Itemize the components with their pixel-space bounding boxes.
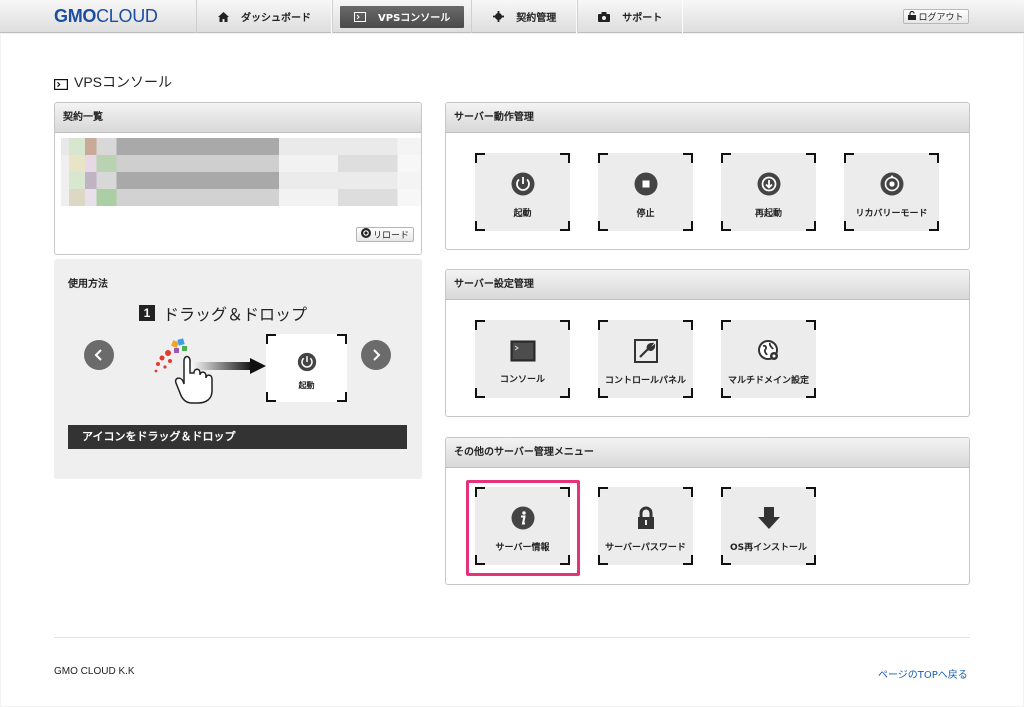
recovery-icon (880, 172, 904, 196)
contract-row[interactable] (61, 138, 421, 155)
footer-company: GMO CLOUD K.K (54, 666, 135, 677)
camera-icon (598, 11, 611, 23)
howto-title: 使用方法 (68, 279, 108, 290)
contract-list-title: 契約一覧 (55, 103, 421, 133)
server-settings-title: サーバー設定管理 (446, 270, 969, 300)
recovery-mode-tile[interactable]: リカバリーモード (844, 153, 939, 231)
os-reinstall-tile[interactable]: OS再インストール (721, 487, 816, 565)
contract-row[interactable] (61, 155, 421, 172)
nav-dashboard[interactable]: ダッシュボード (196, 0, 332, 33)
globe-gear-icon (757, 339, 781, 363)
howto-step: 1 ドラッグ＆ドロップ (139, 301, 307, 325)
restart-icon (757, 172, 781, 196)
reload-button[interactable]: リロード (356, 227, 414, 242)
wrench-icon (633, 338, 658, 363)
multi-domain-settings-tile[interactable]: マルチドメイン設定 (721, 320, 816, 398)
prev-step-button[interactable] (84, 340, 114, 370)
download-arrow-icon (757, 506, 781, 530)
top-bar: GMOCLOUD ダッシュボード VPSコンソール 契約管理 サポート ログアウ… (0, 0, 1024, 33)
power-icon (511, 172, 535, 196)
logout-button[interactable]: ログアウト (903, 9, 969, 24)
drag-hand-illustration (150, 331, 270, 406)
step-number: 1 (139, 305, 155, 321)
other-menu-title: その他のサーバー管理メニュー (446, 438, 969, 468)
nav-support[interactable]: サポート (577, 0, 684, 33)
console-icon (54, 77, 69, 90)
lock-icon (908, 10, 917, 23)
padlock-icon (634, 506, 658, 530)
chevron-right-icon (373, 349, 381, 361)
main-nav: ダッシュボード VPSコンソール 契約管理 サポート (196, 0, 684, 33)
howto-panel: 使用方法 1 ドラッグ＆ドロップ 起動 アイコンをドラッグ＆ドロップ (54, 259, 422, 479)
back-to-top-link[interactable]: ページのTOPへ戻る (878, 666, 968, 681)
start-tile[interactable]: 起動 (475, 153, 570, 231)
console-icon (354, 11, 366, 23)
nav-contract-management[interactable]: 契約管理 (471, 0, 578, 33)
howto-caption: アイコンをドラッグ＆ドロップ (68, 425, 407, 449)
server-operations-title: サーバー動作管理 (446, 103, 969, 133)
page-title: VPSコンソール (54, 72, 172, 92)
nav-vps-console[interactable]: VPSコンソール (340, 5, 465, 28)
contract-row[interactable] (61, 189, 421, 206)
footer-divider (54, 637, 970, 638)
step-label: ドラッグ＆ドロップ (163, 307, 308, 324)
console-tile[interactable]: コンソール (475, 320, 570, 398)
server-info-tile[interactable]: サーバー情報 (475, 487, 570, 565)
server-password-tile[interactable]: サーバーパスワード (598, 487, 693, 565)
info-icon (511, 506, 535, 530)
gmo-cloud-logo[interactable]: GMOCLOUD (54, 6, 158, 26)
terminal-icon (510, 340, 536, 362)
home-icon (217, 11, 229, 23)
contract-row[interactable] (61, 172, 421, 189)
power-icon (297, 352, 317, 372)
restart-tile[interactable]: 再起動 (721, 153, 816, 231)
reload-icon (360, 228, 371, 241)
contract-list (61, 138, 421, 206)
stop-tile[interactable]: 停止 (598, 153, 693, 231)
control-panel-tile[interactable]: コントロールパネル (598, 320, 693, 398)
next-step-button[interactable] (361, 340, 391, 370)
gear-icon (492, 11, 504, 23)
demo-start-tile: 起動 (266, 334, 347, 402)
contract-list-panel: 契約一覧 リロード (54, 102, 422, 255)
stop-icon (634, 172, 658, 196)
chevron-left-icon (94, 349, 102, 361)
